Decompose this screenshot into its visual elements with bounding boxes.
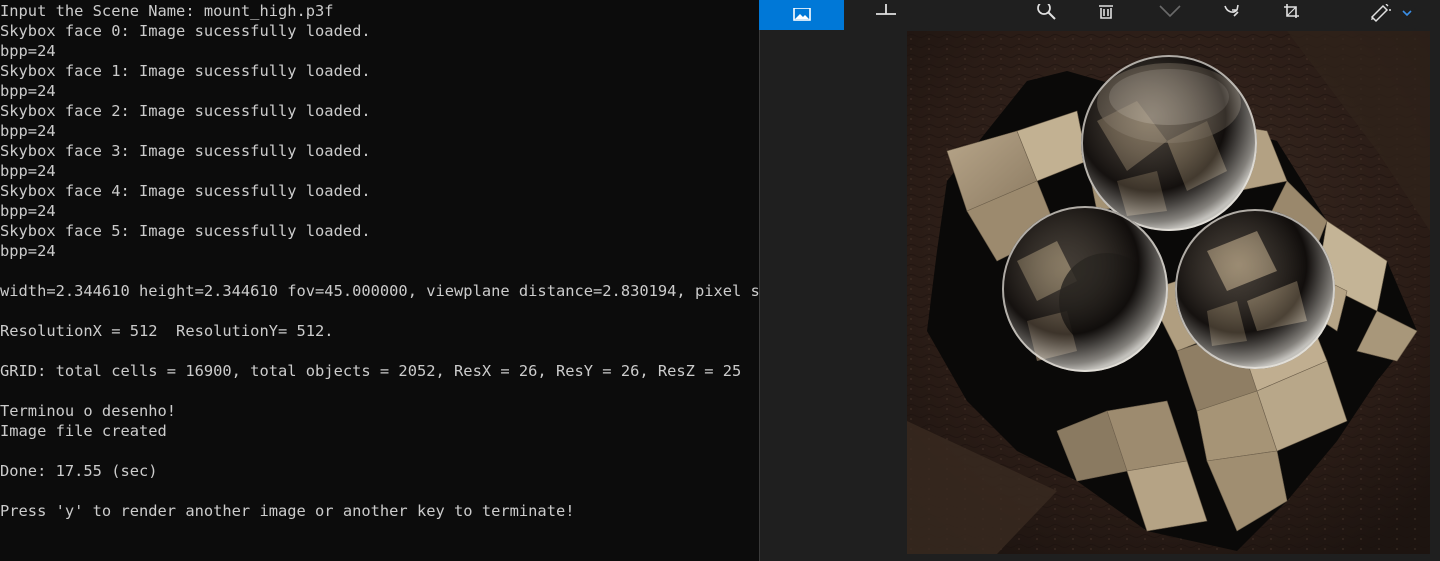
console-line: Input the Scene Name: mount_high.p3f: [0, 2, 334, 20]
edit-icon: [1369, 4, 1393, 26]
more-dropdown-button[interactable]: [1399, 0, 1415, 30]
window-divider: [759, 0, 760, 561]
console-line: Skybox face 2: Image sucessfully loaded.: [0, 102, 371, 120]
console-line: bpp=24: [0, 162, 56, 180]
console-line: Done: 17.55 (sec): [0, 462, 158, 480]
console-line: ResolutionX = 512 ResolutionY= 512.: [0, 322, 334, 340]
console-window[interactable]: Input the Scene Name: mount_high.p3f Skyb…: [0, 0, 759, 561]
console-line: GRID: total cells = 16900, total objects…: [0, 362, 742, 380]
photo-viewer-window: [759, 0, 1440, 561]
rendered-image[interactable]: [907, 31, 1430, 554]
add-button[interactable]: [867, 0, 905, 30]
console-line: Terminou o desenho!: [0, 402, 177, 420]
console-line: Skybox face 1: Image sucessfully loaded.: [0, 62, 371, 80]
console-line: Skybox face 5: Image sucessfully loaded.: [0, 222, 371, 240]
console-line: width=2.344610 height=2.344610 fov=45.00…: [0, 282, 759, 300]
console-line: bpp=24: [0, 242, 56, 260]
console-line: Image file created: [0, 422, 167, 440]
console-line: Press 'y' to render another image or ano…: [0, 502, 575, 520]
rotate-icon: [1221, 4, 1245, 26]
delete-button[interactable]: [1087, 0, 1125, 30]
console-line: Skybox face 3: Image sucessfully loaded.: [0, 142, 371, 160]
view-picture-button[interactable]: [759, 0, 844, 30]
chevron-down-icon: [1402, 10, 1412, 20]
picture-icon: [792, 8, 811, 22]
console-line: bpp=24: [0, 122, 56, 140]
favorite-button[interactable]: [1151, 0, 1189, 30]
console-line: Skybox face 0: Image sucessfully loaded.: [0, 22, 371, 40]
favorite-icon: [1158, 4, 1182, 26]
zoom-icon: [1035, 4, 1057, 26]
crop-icon: [1282, 4, 1304, 26]
crop-button[interactable]: [1274, 0, 1312, 30]
rotate-button[interactable]: [1214, 0, 1252, 30]
console-line: bpp=24: [0, 202, 56, 220]
console-line: Skybox face 4: Image sucessfully loaded.: [0, 182, 371, 200]
delete-icon: [1097, 4, 1115, 26]
console-output: Input the Scene Name: mount_high.p3f Skyb…: [0, 1, 759, 521]
edit-button[interactable]: [1362, 0, 1400, 30]
add-icon: [875, 4, 897, 26]
desktop: Input the Scene Name: mount_high.p3f Skyb…: [0, 0, 1440, 561]
zoom-button[interactable]: [1027, 0, 1065, 30]
console-line: bpp=24: [0, 42, 56, 60]
console-line: bpp=24: [0, 82, 56, 100]
